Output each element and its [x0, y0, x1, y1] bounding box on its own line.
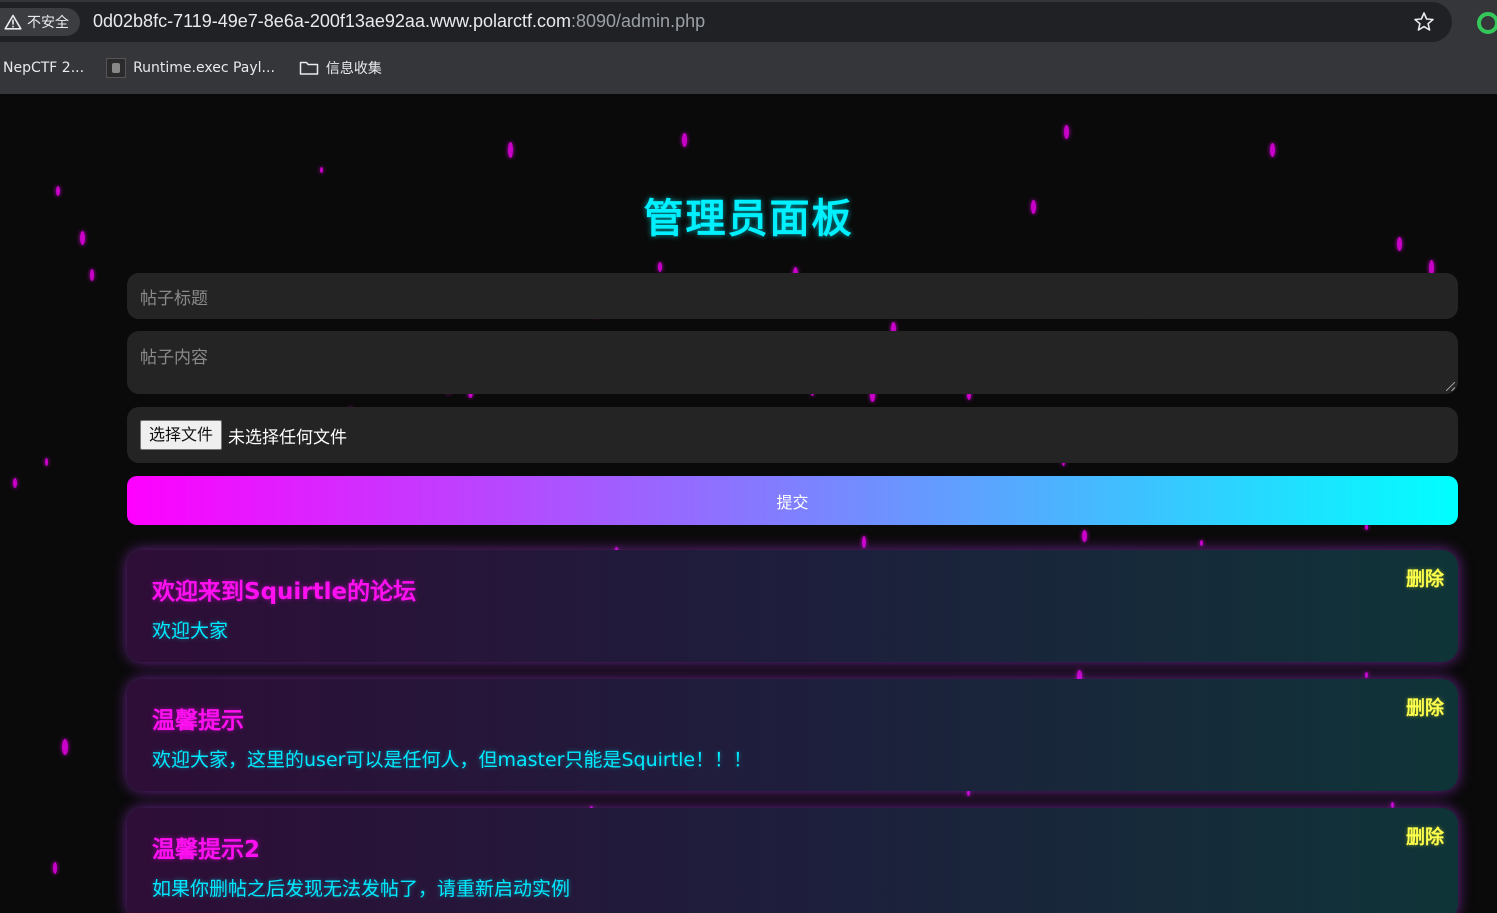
post-title: 温馨提示2 — [152, 837, 261, 863]
post-body: 如果你删帖之后发现无法发帖了，请重新启动实例 — [152, 878, 571, 900]
falling-drop — [862, 536, 866, 548]
falling-drop — [1200, 540, 1203, 546]
falling-drop — [53, 862, 57, 874]
delete-post-button[interactable]: 删除 — [1406, 822, 1444, 849]
url-host: 0d02b8fc-7119-49e7-8e6a-200f13ae92aa.www… — [93, 11, 571, 31]
post-body: 欢迎大家 — [152, 620, 229, 642]
post-body: 欢迎大家，这里的user可以是任何人，但master只能是Squirtle！！！ — [152, 749, 753, 771]
bookmarks-bar: NepCTF 2... Runtime.exec Payl... 信息收集 — [0, 52, 406, 84]
browser-chrome: 不安全 0d02b8fc-7119-49e7-8e6a-200f13ae92aa… — [0, 0, 1497, 94]
bookmark-label: NepCTF 2... — [3, 60, 85, 76]
warning-icon — [4, 14, 22, 30]
bookmark-star-icon[interactable] — [1412, 10, 1436, 34]
file-upload-field: 选择文件 未选择任何文件 — [127, 407, 1458, 463]
bookmark-label: 信息收集 — [325, 61, 382, 77]
bookmark-runtime-exec[interactable]: Runtime.exec Payl... — [106, 58, 275, 78]
folder-icon — [299, 61, 319, 75]
post-title-input[interactable]: 帖子标题 — [127, 273, 1458, 319]
post-card: 欢迎来到Squirtle的论坛 欢迎大家 删除 — [127, 550, 1458, 662]
security-label: 不安全 — [27, 15, 69, 31]
security-indicator[interactable]: 不安全 — [0, 8, 80, 36]
bookmark-label: Runtime.exec Payl... — [133, 60, 275, 76]
falling-drop — [1365, 672, 1368, 678]
falling-drop — [62, 739, 68, 755]
falling-drop — [1064, 125, 1069, 139]
post-card: 温馨提示2 如果你删帖之后发现无法发帖了，请重新启动实例 删除 — [127, 808, 1458, 913]
choose-file-button[interactable]: 选择文件 — [140, 420, 223, 450]
post-title-placeholder: 帖子标题 — [140, 289, 208, 309]
bookmark-folder-info[interactable]: 信息收集 — [299, 58, 382, 78]
file-status-text: 未选择任何文件 — [228, 427, 348, 448]
falling-drop — [13, 478, 17, 488]
submit-label: 提交 — [776, 492, 809, 512]
post-title: 欢迎来到Squirtle的论坛 — [152, 579, 417, 605]
post-title: 温馨提示 — [152, 708, 244, 734]
falling-drop — [1270, 143, 1275, 157]
falling-drop — [1082, 530, 1087, 542]
resize-handle-icon[interactable] — [1446, 382, 1455, 391]
page-content: 管理员面板 帖子标题 帖子内容 选择文件 未选择任何文件 提交 欢迎来到Squi… — [0, 94, 1497, 913]
post-card: 温馨提示 欢迎大家，这里的user可以是任何人，但master只能是Squirt… — [127, 679, 1458, 791]
delete-post-button[interactable]: 删除 — [1406, 693, 1444, 720]
falling-drop — [320, 167, 323, 173]
post-content-textarea[interactable]: 帖子内容 — [127, 331, 1458, 394]
falling-drop — [508, 142, 513, 158]
url-text[interactable]: 0d02b8fc-7119-49e7-8e6a-200f13ae92aa.www… — [93, 11, 705, 32]
url-path: :8090/admin.php — [571, 11, 706, 31]
falling-drop — [658, 262, 662, 272]
address-bar[interactable]: 不安全 0d02b8fc-7119-49e7-8e6a-200f13ae92aa… — [0, 2, 1452, 42]
falling-drop — [45, 458, 48, 466]
extension-icon[interactable] — [1477, 12, 1497, 34]
falling-drop — [90, 269, 94, 281]
post-content-placeholder: 帖子内容 — [140, 348, 208, 368]
favicon-icon — [106, 58, 127, 78]
submit-button[interactable]: 提交 — [127, 476, 1458, 525]
page-title: 管理员面板 — [643, 196, 854, 242]
bookmark-nepctf[interactable]: NepCTF 2... — [3, 60, 84, 76]
falling-drop — [682, 133, 687, 147]
delete-post-button[interactable]: 删除 — [1406, 564, 1444, 591]
